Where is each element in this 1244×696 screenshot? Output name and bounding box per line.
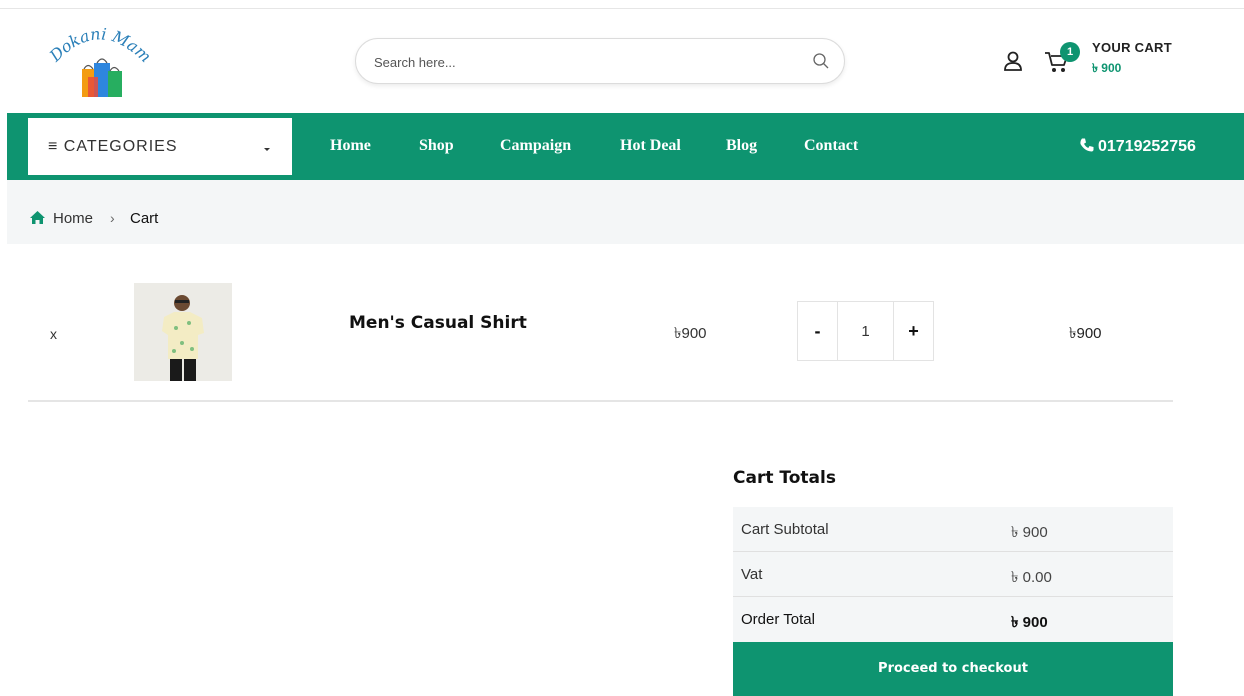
breadcrumb: Home › Cart: [7, 180, 1244, 244]
categories-label: ≡ CATEGORIES: [48, 138, 178, 155]
totals-label: Vat: [741, 566, 763, 583]
totals-value: ৳ 900: [1011, 524, 1048, 541]
totals-value: ৳ 900: [1011, 614, 1048, 631]
nav-item-contact[interactable]: Contact: [804, 137, 858, 155]
cart-label[interactable]: YOUR CART: [1092, 40, 1172, 55]
cart-totals-table: Cart Subtotal ৳ 900 Vat ৳ 0.00 Order Tot…: [733, 507, 1173, 642]
svg-text:Dokani Mama: Dokani Mama: [44, 19, 155, 66]
proceed-to-checkout-button[interactable]: Proceed to checkout: [733, 642, 1173, 696]
cart-count-badge: 1: [1060, 42, 1080, 62]
breadcrumb-home[interactable]: Home: [53, 210, 93, 227]
totals-row-order-total: Order Total ৳ 900: [733, 597, 1173, 642]
nav-item-campaign[interactable]: Campaign: [500, 137, 571, 155]
quantity-decrease-button[interactable]: -: [798, 302, 838, 360]
totals-label: Order Total: [741, 611, 815, 628]
home-icon[interactable]: [29, 210, 46, 225]
logo[interactable]: Dokani Mama: [44, 19, 156, 107]
cart-amount: ৳ 900: [1092, 61, 1122, 75]
nav-item-home[interactable]: Home: [330, 137, 371, 155]
nav-item-blog[interactable]: Blog: [726, 137, 757, 155]
search-icon[interactable]: [812, 52, 830, 70]
product-name[interactable]: Men's Casual Shirt: [349, 313, 527, 333]
nav-item-hot-deal[interactable]: Hot Deal: [620, 137, 681, 155]
totals-row-vat: Vat ৳ 0.00: [733, 552, 1173, 597]
categories-dropdown[interactable]: ≡ CATEGORIES: [28, 118, 292, 175]
unit-price: ৳900: [674, 325, 707, 342]
user-icon[interactable]: [1002, 50, 1024, 72]
totals-row-subtotal: Cart Subtotal ৳ 900: [733, 507, 1173, 552]
breadcrumb-separator: ›: [110, 210, 115, 226]
phone-icon: [1080, 138, 1094, 152]
phone-number: 01719252756: [1098, 138, 1196, 155]
nav-item-shop[interactable]: Shop: [419, 137, 454, 155]
quantity-increase-button[interactable]: +: [893, 302, 933, 360]
main-nav: ≡ CATEGORIES Home Shop Campaign Hot Deal…: [7, 113, 1244, 180]
phone-contact[interactable]: 01719252756: [1079, 137, 1196, 156]
cart-totals-title: Cart Totals: [733, 468, 836, 488]
quantity-stepper: - +: [797, 301, 934, 361]
breadcrumb-current: Cart: [130, 210, 159, 227]
remove-item-button[interactable]: x: [50, 326, 57, 342]
chevron-down-icon: [264, 148, 270, 151]
search-input[interactable]: [374, 51, 794, 73]
line-total: ৳900: [1069, 325, 1102, 342]
totals-label: Cart Subtotal: [741, 521, 829, 538]
site-header: Dokani Mama 1 YOUR CART ৳ 900: [0, 9, 1244, 113]
cart-item-row: x Men's Casual Shirt ৳900 - + ৳900: [28, 281, 1173, 402]
quantity-input[interactable]: [838, 302, 893, 360]
totals-value: ৳ 0.00: [1011, 569, 1052, 586]
search-bar: [355, 38, 845, 84]
product-image[interactable]: [134, 283, 232, 381]
